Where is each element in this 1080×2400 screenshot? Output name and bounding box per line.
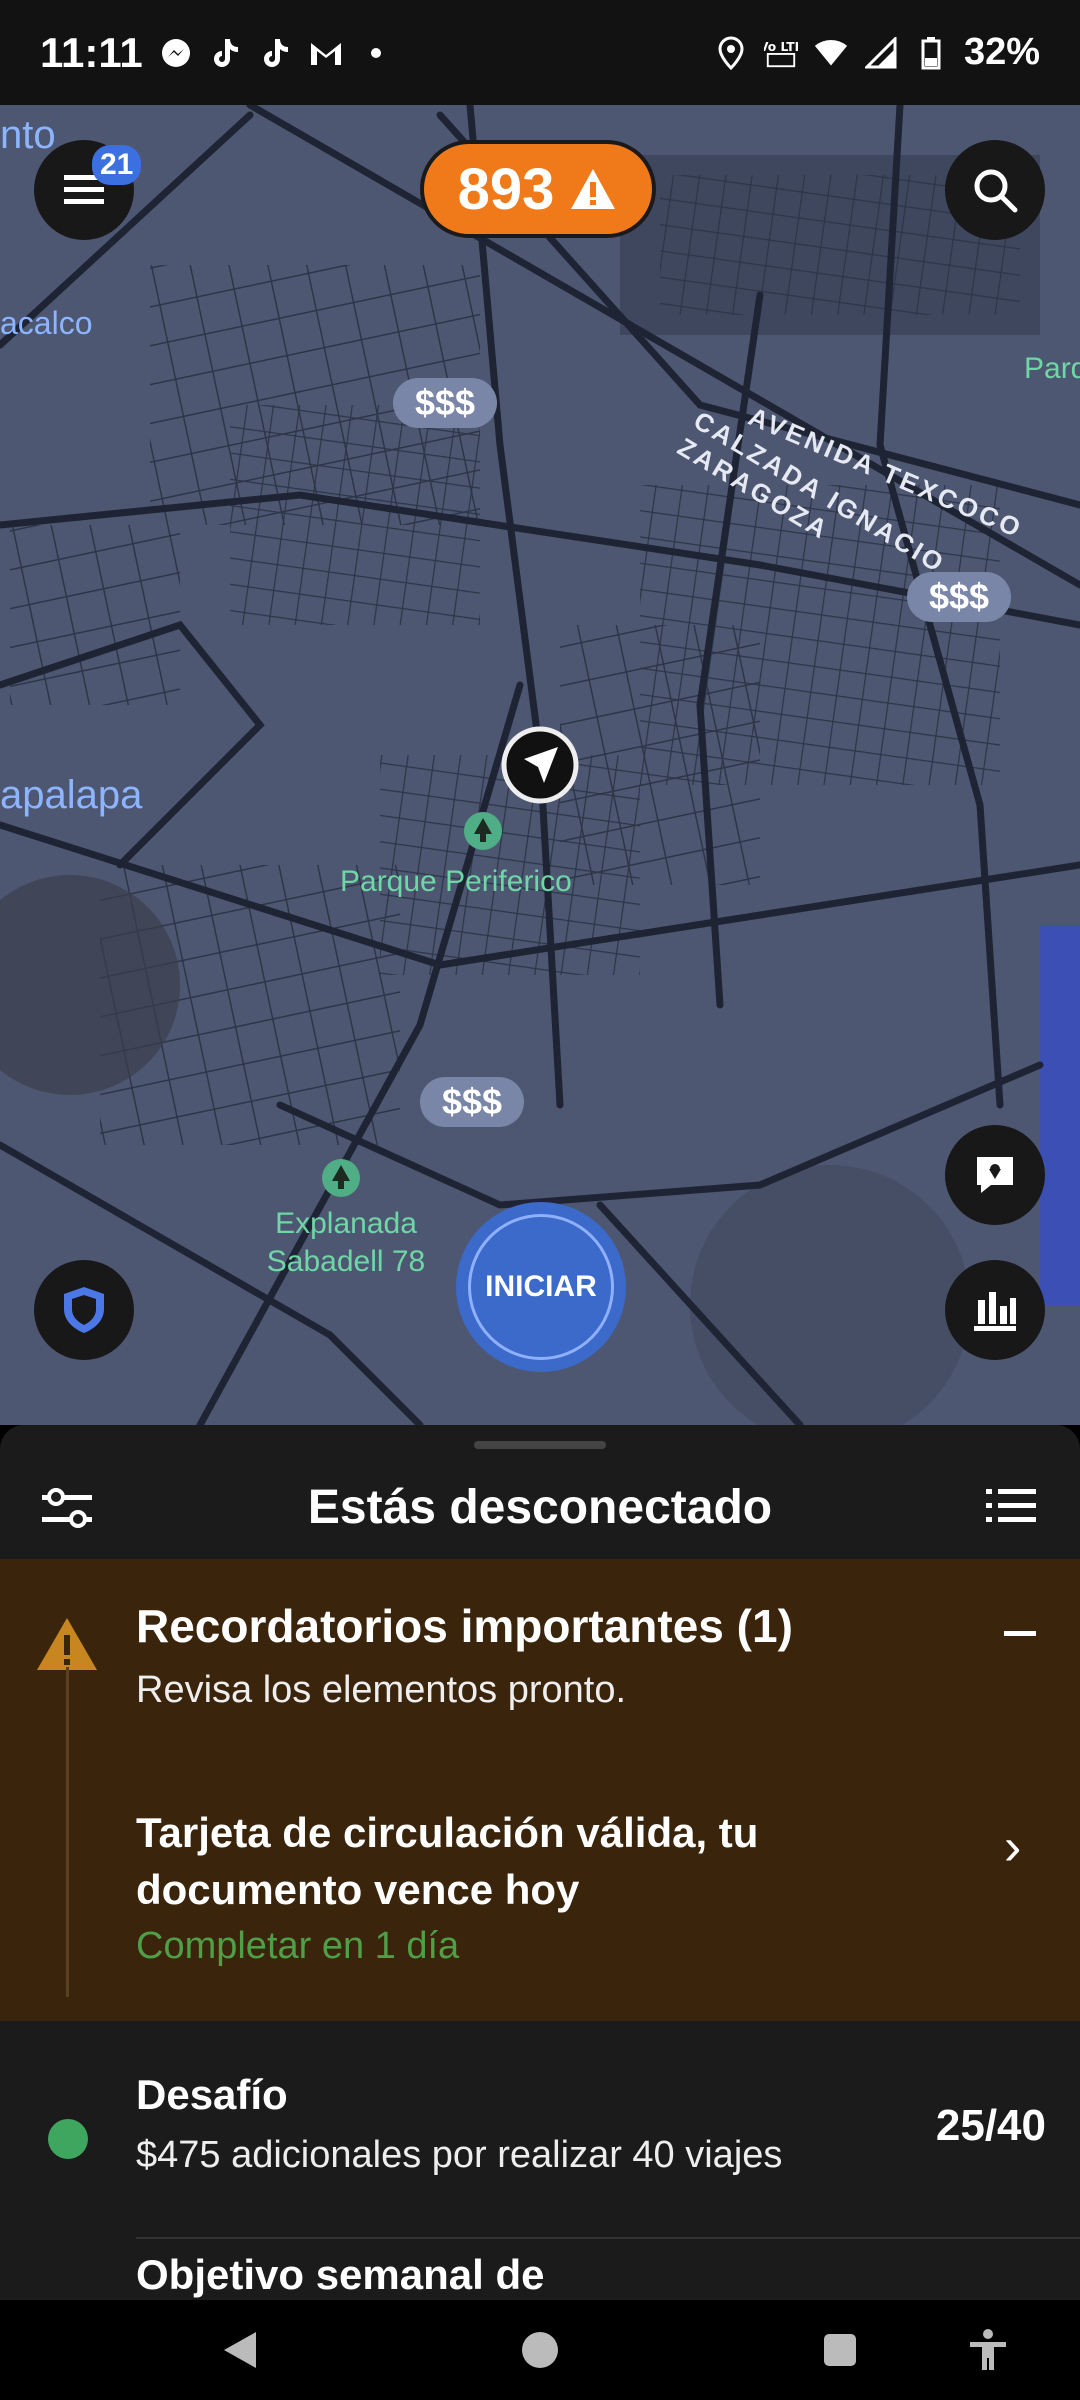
list-icon xyxy=(986,1489,1036,1522)
preferences-button[interactable] xyxy=(38,1483,98,1533)
report-map-button[interactable] xyxy=(945,1125,1045,1225)
tiktok-icon xyxy=(259,36,293,70)
sliders-icon xyxy=(42,1488,92,1528)
signal-icon xyxy=(864,36,898,70)
safety-toolkit-button[interactable] xyxy=(34,1260,134,1360)
reminders-title: Recordatorios importantes (1) xyxy=(136,1600,793,1652)
price-pill[interactable]: $$$ xyxy=(420,1077,525,1127)
home-icon xyxy=(522,2332,558,2368)
price-pill[interactable]: $$$ xyxy=(907,572,1012,622)
sheet-drag-handle[interactable] xyxy=(474,1441,606,1449)
wifi-icon xyxy=(814,36,848,70)
map-label-explanada: Explanada Sabadell 78 xyxy=(266,1207,426,1278)
important-reminders-card[interactable]: Recordatorios importantes (1) Revisa los… xyxy=(0,1559,1080,2021)
volte-icon: Vo LTE xyxy=(764,36,798,70)
gmail-icon xyxy=(309,36,343,70)
status-bar: 11:11 Vo LTE 32% xyxy=(0,0,1080,105)
accessibility-button[interactable] xyxy=(962,2324,1014,2376)
alert-counter-button[interactable]: 893 xyxy=(420,140,656,238)
battery-icon xyxy=(914,36,948,70)
sheet-header: Estás desconectado xyxy=(0,1455,1080,1559)
collapse-icon[interactable] xyxy=(1004,1631,1036,1636)
messenger-icon xyxy=(159,36,193,70)
tiktok-icon xyxy=(209,36,243,70)
challenge-description: $475 adicionales por realizar 40 viajes xyxy=(136,2134,783,2176)
map-label-parque-periferico: Parque Periferico xyxy=(340,865,572,898)
reminder-timeline-line xyxy=(66,1667,69,1997)
challenge-progress: 25/40 xyxy=(935,2101,1046,2150)
map-label-iztapalapa: apalapa xyxy=(0,773,143,817)
reminder-item-due: Completar en 1 día xyxy=(136,1925,460,1967)
map-report-icon xyxy=(977,1157,1013,1193)
price-pill[interactable]: $$$ xyxy=(393,378,498,428)
location-icon xyxy=(714,35,748,70)
recents-button[interactable] xyxy=(814,2324,866,2376)
home-button[interactable] xyxy=(514,2324,566,2376)
map-label-acalco: acalco xyxy=(0,305,93,341)
list-view-button[interactable] xyxy=(984,1483,1044,1533)
battery-percent: 32% xyxy=(963,31,1040,73)
bottom-sheet[interactable]: Estás desconectado Recordatorios importa… xyxy=(0,1425,1080,2300)
map-label-partial-top: nto xyxy=(0,113,56,157)
status-right: Vo LTE 32% xyxy=(714,31,1040,74)
start-button[interactable]: INICIAR xyxy=(456,1202,626,1372)
svg-text:Vo LTE: Vo LTE xyxy=(764,40,798,54)
chevron-right-icon[interactable]: › xyxy=(1004,1817,1021,1877)
status-left: 11:11 xyxy=(40,29,393,77)
connection-status-title: Estás desconectado xyxy=(307,1480,773,1534)
alert-count: 893 xyxy=(457,156,555,222)
dot-icon xyxy=(359,36,393,70)
back-button[interactable] xyxy=(214,2324,266,2376)
recents-icon xyxy=(824,2334,856,2366)
shield-icon xyxy=(64,1287,104,1333)
status-time: 11:11 xyxy=(40,28,143,76)
earnings-stats-button[interactable] xyxy=(945,1260,1045,1360)
warning-icon xyxy=(37,1618,97,1670)
warning-icon xyxy=(571,169,616,209)
search-button[interactable] xyxy=(945,140,1045,240)
system-nav-bar xyxy=(0,2300,1080,2400)
accessibility-icon xyxy=(970,2329,1006,2370)
challenge-title: Desafío xyxy=(136,2071,288,2118)
reminder-item-title[interactable]: Tarjeta de circulación válida, tu docume… xyxy=(136,1804,936,1918)
status-dot-icon xyxy=(48,2119,88,2159)
challenge-card[interactable]: Desafío $475 adicionales por realizar 40… xyxy=(0,2021,1080,2239)
menu-badge: 21 xyxy=(92,145,142,185)
back-icon xyxy=(224,2332,256,2368)
search-icon xyxy=(974,169,1018,213)
bar-chart-icon xyxy=(974,1292,1016,1331)
divider xyxy=(136,2237,1080,2239)
map-label-parque-right: Parq xyxy=(1024,352,1080,385)
reminders-subtitle: Revisa los elementos pronto. xyxy=(136,1669,627,1711)
start-button-label: INICIAR xyxy=(468,1214,614,1360)
weekly-goal-title[interactable]: Objetivo semanal de xyxy=(136,2251,544,2299)
